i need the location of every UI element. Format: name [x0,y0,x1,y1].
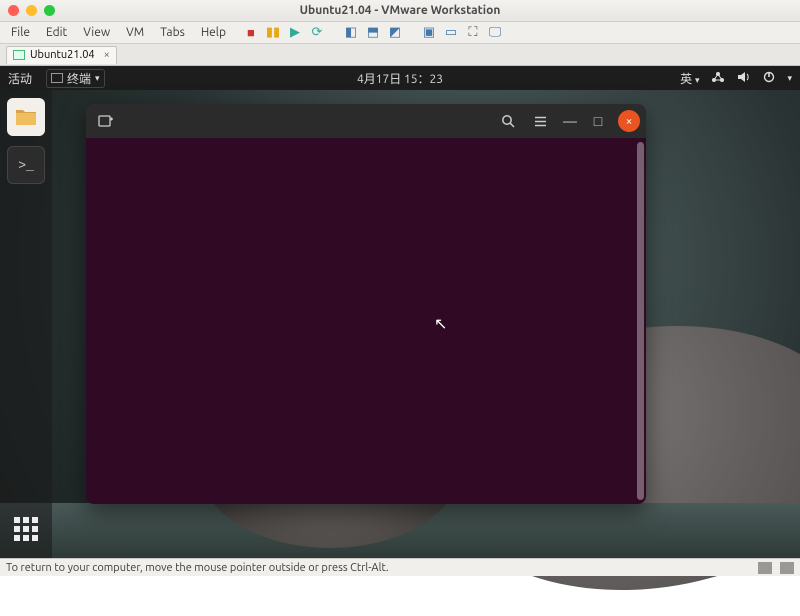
play-icon[interactable]: ▶ [287,25,303,41]
new-tab-button[interactable] [92,107,120,135]
terminal-prompt-icon: >_ [18,158,34,173]
volume-icon[interactable] [737,71,751,86]
terminal-header[interactable]: — □ × [86,104,646,138]
folder-icon [14,106,38,128]
host-maximize-button[interactable] [44,5,55,16]
terminal-window: — □ × [86,104,646,504]
ubuntu-topbar: 活动 终端 ▾ 4月17日 15：23 英 ▾ ▾ [0,66,800,90]
close-icon: × [626,115,633,128]
vm-tab-label: Ubuntu21.04 [30,49,95,61]
menu-help[interactable]: Help [194,24,233,41]
topbar-window-title: 终端 [67,70,91,87]
power-icon[interactable] [763,71,775,86]
close-button[interactable]: × [618,110,640,132]
search-icon [501,114,516,129]
new-tab-icon [98,113,114,129]
guest-viewport: 活动 终端 ▾ 4月17日 15：23 英 ▾ ▾ >_ [0,66,800,558]
status-hint: To return to your computer, move the mou… [6,562,389,574]
minimize-button[interactable]: — [558,107,582,135]
terminal-scrollbar[interactable] [637,142,644,500]
menu-view[interactable]: View [76,24,117,41]
activities-button[interactable]: 活动 [8,70,32,87]
chevron-down-icon: ▾ [95,73,100,84]
monitor-icon [13,50,25,60]
topbar-window-chip[interactable]: 终端 ▾ [46,69,105,88]
snapshot-take-icon[interactable]: ⬒ [365,25,381,41]
ubuntu-dock: >_ [0,90,52,558]
power-off-icon[interactable]: ■ [243,25,259,41]
pause-icon[interactable]: ▮▮ [265,25,281,41]
minimize-icon: — [563,113,577,129]
maximize-button[interactable]: □ [586,107,610,135]
network-icon[interactable] [711,71,725,86]
vmware-titlebar: Ubuntu21.04 - VMware Workstation [0,0,800,22]
terminal-icon [51,73,63,83]
vmware-tab-strip: Ubuntu21.04 × [0,44,800,66]
ime-indicator[interactable]: 英 ▾ [680,70,699,87]
hamburger-icon [533,114,548,129]
dock-item-files[interactable] [7,98,45,136]
terminal-body[interactable] [86,138,646,504]
hamburger-menu-button[interactable] [526,107,554,135]
restart-icon[interactable]: ⟳ [309,25,325,41]
snapshot-manage-icon[interactable]: ◩ [387,25,403,41]
window-title: Ubuntu21.04 - VMware Workstation [0,4,800,17]
library-icon[interactable]: 🖵 [487,25,503,41]
status-device-icon[interactable] [780,562,794,574]
dock-item-apps[interactable] [7,510,45,548]
host-minimize-button[interactable] [26,5,37,16]
vm-tab-ubuntu[interactable]: Ubuntu21.04 × [6,46,117,64]
menu-file[interactable]: File [4,24,37,41]
dock-item-terminal[interactable]: >_ [7,146,45,184]
fullscreen-icon[interactable]: ⛶ [465,25,481,41]
vmware-statusbar: To return to your computer, move the mou… [0,558,800,576]
menu-tabs[interactable]: Tabs [153,24,192,41]
vm-tab-close-icon[interactable]: × [104,49,110,61]
maximize-icon: □ [594,113,602,129]
vmware-toolbar: ■ ▮▮ ▶ ⟳ ◧ ⬒ ◩ ▣ ▭ ⛶ 🖵 [243,25,503,41]
console-icon[interactable]: ▭ [443,25,459,41]
host-close-button[interactable] [8,5,19,16]
search-button[interactable] [494,107,522,135]
snapshot-icon[interactable]: ◧ [343,25,359,41]
menu-edit[interactable]: Edit [39,24,74,41]
menu-vm[interactable]: VM [119,24,151,41]
chevron-down-icon: ▾ [695,75,700,85]
unity-icon[interactable]: ▣ [421,25,437,41]
chevron-down-icon[interactable]: ▾ [787,73,792,84]
vmware-menubar: File Edit View VM Tabs Help ■ ▮▮ ▶ ⟳ ◧ ⬒… [0,22,800,44]
status-device-icon[interactable] [758,562,772,574]
